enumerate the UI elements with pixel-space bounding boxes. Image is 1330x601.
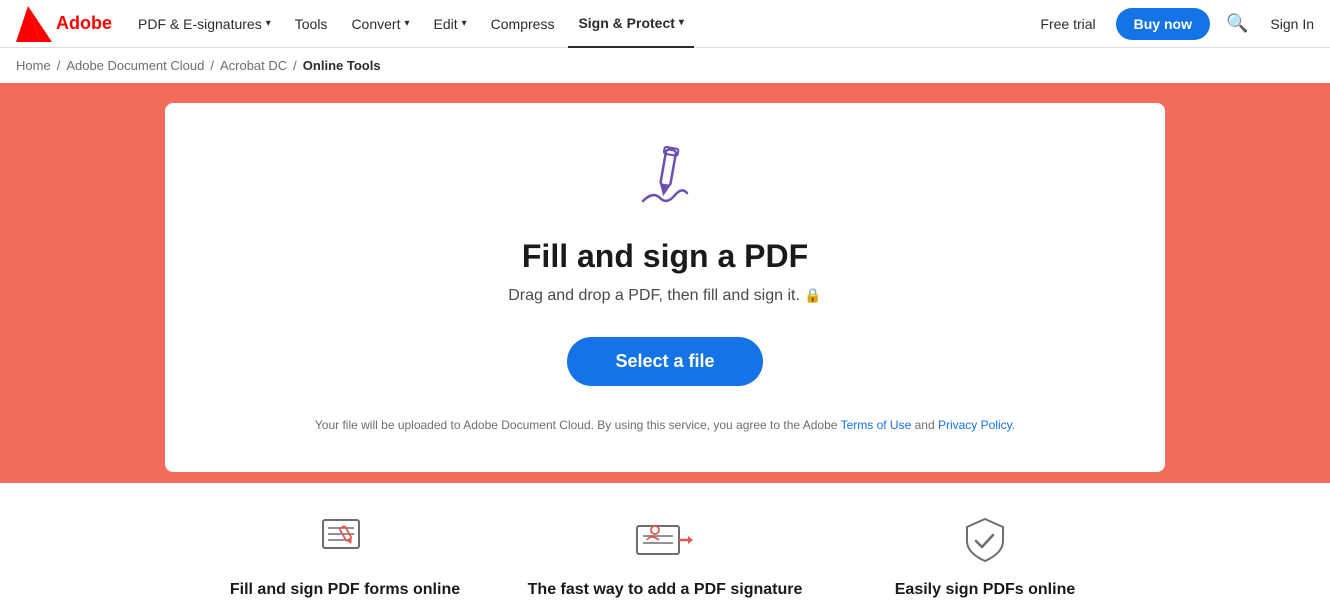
breadcrumb-acrobat[interactable]: Acrobat DC xyxy=(220,58,287,73)
breadcrumb-sep2: / xyxy=(210,58,214,73)
add-signature-icon xyxy=(635,515,695,567)
select-file-button[interactable]: Select a file xyxy=(567,337,762,386)
upload-card: Fill and sign a PDF Drag and drop a PDF,… xyxy=(165,103,1165,472)
feature-add-signature-title: The fast way to add a PDF signature xyxy=(528,581,803,599)
lock-icon: 🔒 xyxy=(804,287,821,303)
sign-online-icon xyxy=(959,515,1011,567)
main-section: Fill and sign a PDF Drag and drop a PDF,… xyxy=(0,83,1330,483)
feature-fill-sign: Fill and sign PDF forms online xyxy=(185,515,505,599)
adobe-wordmark: Adobe xyxy=(56,13,112,34)
buy-now-button[interactable]: Buy now xyxy=(1116,8,1210,40)
breadcrumb: Home / Adobe Document Cloud / Acrobat DC… xyxy=(0,48,1330,83)
sign-in-link[interactable]: Sign In xyxy=(1270,16,1314,32)
feature-sign-online-title: Easily sign PDFs online xyxy=(895,581,1076,599)
nav-tools[interactable]: Tools xyxy=(285,0,338,48)
nav-convert[interactable]: Convert ▾ xyxy=(341,0,419,48)
chevron-down-icon: ▾ xyxy=(266,18,271,29)
card-legal-text: Your file will be uploaded to Adobe Docu… xyxy=(315,418,1015,432)
breadcrumb-adc[interactable]: Adobe Document Cloud xyxy=(66,58,204,73)
privacy-policy-link[interactable]: Privacy Policy xyxy=(938,418,1012,432)
chevron-down-icon: ▾ xyxy=(462,18,467,29)
search-icon[interactable]: 🔍 xyxy=(1226,13,1248,34)
features-section: Fill and sign PDF forms online The fast … xyxy=(0,483,1330,599)
card-title: Fill and sign a PDF xyxy=(522,238,808,275)
nav-free-trial[interactable]: Free trial xyxy=(1030,16,1105,32)
top-nav: Adobe PDF & E-signatures ▾ Tools Convert… xyxy=(0,0,1330,48)
card-subtitle: Drag and drop a PDF, then fill and sign … xyxy=(508,287,822,305)
breadcrumb-sep: / xyxy=(57,58,61,73)
feature-sign-online: Easily sign PDFs online xyxy=(825,515,1145,599)
breadcrumb-current: Online Tools xyxy=(303,58,381,73)
chevron-down-icon: ▾ xyxy=(679,17,684,28)
fill-sign-forms-icon xyxy=(319,515,371,567)
chevron-down-icon: ▾ xyxy=(404,18,409,29)
nav-sign-protect[interactable]: Sign & Protect ▾ xyxy=(568,0,694,48)
breadcrumb-sep3: / xyxy=(293,58,297,73)
feature-add-signature: The fast way to add a PDF signature xyxy=(505,515,825,599)
nav-edit[interactable]: Edit ▾ xyxy=(424,0,477,48)
feature-fill-sign-title: Fill and sign PDF forms online xyxy=(230,581,460,599)
adobe-logo[interactable]: Adobe xyxy=(16,6,112,42)
terms-of-use-link[interactable]: Terms of Use xyxy=(841,418,912,432)
nav-compress[interactable]: Compress xyxy=(481,0,565,48)
fill-sign-icon xyxy=(625,143,705,218)
nav-pdf-esignatures[interactable]: PDF & E-signatures ▾ xyxy=(128,0,281,48)
breadcrumb-home[interactable]: Home xyxy=(16,58,51,73)
